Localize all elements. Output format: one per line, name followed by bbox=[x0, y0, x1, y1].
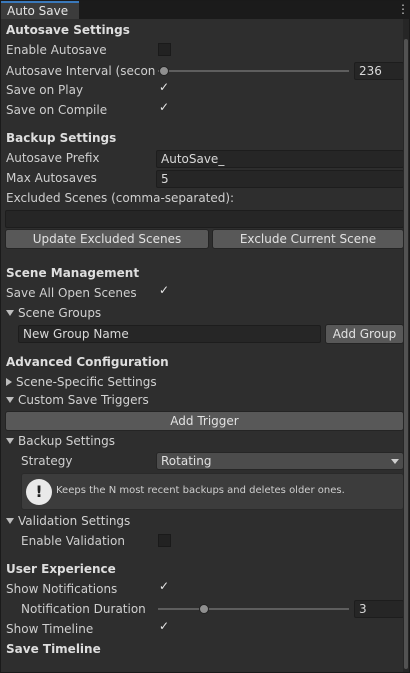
strategy-label: Strategy bbox=[21, 454, 73, 468]
autosave-prefix-field[interactable]: AutoSave_ bbox=[156, 150, 404, 168]
group-name-field[interactable]: New Group Name bbox=[18, 325, 321, 343]
exclamation-icon: ! bbox=[26, 479, 52, 505]
tab-auto-save[interactable]: Auto Save bbox=[1, 1, 79, 19]
excluded-scenes-field[interactable] bbox=[5, 210, 404, 228]
advanced-configuration-header: Advanced Configuration bbox=[6, 355, 169, 369]
add-group-button[interactable]: Add Group bbox=[325, 324, 404, 344]
update-excluded-scenes-button[interactable]: Update Excluded Scenes bbox=[5, 229, 209, 249]
backup-settings-header: Backup Settings bbox=[6, 131, 117, 145]
inspector-content: Autosave Settings Enable Autosave Autosa… bbox=[1, 19, 409, 672]
autosave-window: Auto Save ⋮ Autosave Settings Enable Aut… bbox=[0, 0, 410, 673]
show-timeline-label: Show Timeline bbox=[6, 622, 94, 636]
enable-validation-checkbox[interactable] bbox=[158, 534, 171, 547]
autosave-interval-slider-knob[interactable] bbox=[158, 66, 169, 76]
custom-save-triggers-foldout[interactable]: Custom Save Triggers bbox=[6, 393, 149, 407]
show-timeline-checkbox[interactable] bbox=[158, 619, 171, 635]
save-on-play-checkbox[interactable] bbox=[158, 80, 171, 96]
foldout-open-icon bbox=[6, 310, 14, 316]
foldout-open-icon bbox=[6, 397, 14, 403]
chevron-down-icon bbox=[391, 459, 399, 464]
save-on-compile-checkbox[interactable] bbox=[158, 100, 171, 116]
scene-specific-settings-foldout[interactable]: Scene-Specific Settings bbox=[6, 375, 157, 389]
save-on-play-label: Save on Play bbox=[6, 83, 84, 97]
tab-bar: Auto Save ⋮ bbox=[1, 1, 409, 19]
strategy-help-text: Keeps the N most recent backups and dele… bbox=[56, 485, 345, 496]
strategy-dropdown[interactable]: Rotating bbox=[156, 452, 404, 470]
foldout-open-icon bbox=[6, 438, 14, 444]
save-on-compile-label: Save on Compile bbox=[6, 103, 108, 117]
scene-specific-settings-label: Scene-Specific Settings bbox=[16, 375, 157, 389]
user-experience-header: User Experience bbox=[6, 562, 116, 576]
foldout-open-icon bbox=[6, 518, 14, 524]
scrollbar-thumb[interactable] bbox=[404, 39, 408, 669]
exclude-current-scene-button[interactable]: Exclude Current Scene bbox=[212, 229, 404, 249]
excluded-scenes-label: Excluded Scenes (comma-separated): bbox=[6, 191, 235, 205]
backup-settings-foldout[interactable]: Backup Settings bbox=[6, 434, 115, 448]
show-notifications-checkbox[interactable] bbox=[158, 579, 171, 595]
enable-validation-label: Enable Validation bbox=[21, 534, 125, 548]
notification-duration-slider[interactable] bbox=[158, 608, 349, 610]
notification-duration-field[interactable]: 3 bbox=[354, 600, 404, 618]
backup-settings-foldout-label: Backup Settings bbox=[18, 434, 116, 448]
scene-groups-label: Scene Groups bbox=[18, 306, 102, 320]
max-autosaves-field[interactable]: 5 bbox=[156, 170, 404, 188]
enable-autosave-label: Enable Autosave bbox=[6, 43, 107, 57]
validation-settings-foldout[interactable]: Validation Settings bbox=[6, 514, 130, 528]
custom-save-triggers-label: Custom Save Triggers bbox=[18, 393, 149, 407]
save-timeline-header: Save Timeline bbox=[6, 642, 101, 656]
validation-settings-label: Validation Settings bbox=[18, 514, 131, 528]
max-autosaves-label: Max Autosaves bbox=[6, 171, 97, 185]
show-notifications-label: Show Notifications bbox=[6, 582, 118, 596]
autosave-interval-field[interactable]: 236 bbox=[354, 62, 404, 80]
vertical-scrollbar[interactable] bbox=[403, 19, 409, 672]
autosave-interval-slider[interactable] bbox=[158, 70, 349, 72]
autosave-prefix-label: Autosave Prefix bbox=[6, 151, 100, 165]
autosave-interval-label: Autosave Interval (seconds bbox=[6, 64, 155, 78]
autosave-settings-header: Autosave Settings bbox=[6, 23, 130, 37]
notification-duration-slider-knob[interactable] bbox=[198, 604, 209, 614]
foldout-closed-icon bbox=[6, 378, 12, 386]
notification-duration-label: Notification Duration bbox=[21, 602, 146, 616]
scene-management-header: Scene Management bbox=[6, 266, 140, 280]
kebab-icon[interactable]: ⋮ bbox=[397, 2, 409, 16]
add-trigger-button[interactable]: Add Trigger bbox=[5, 411, 404, 431]
save-all-open-scenes-checkbox[interactable] bbox=[158, 283, 171, 299]
scene-groups-foldout[interactable]: Scene Groups bbox=[6, 306, 101, 320]
strategy-value: Rotating bbox=[161, 454, 212, 468]
save-all-open-scenes-label: Save All Open Scenes bbox=[6, 286, 137, 300]
enable-autosave-checkbox[interactable] bbox=[158, 43, 171, 56]
strategy-help-box: ! Keeps the N most recent backups and de… bbox=[21, 473, 404, 510]
